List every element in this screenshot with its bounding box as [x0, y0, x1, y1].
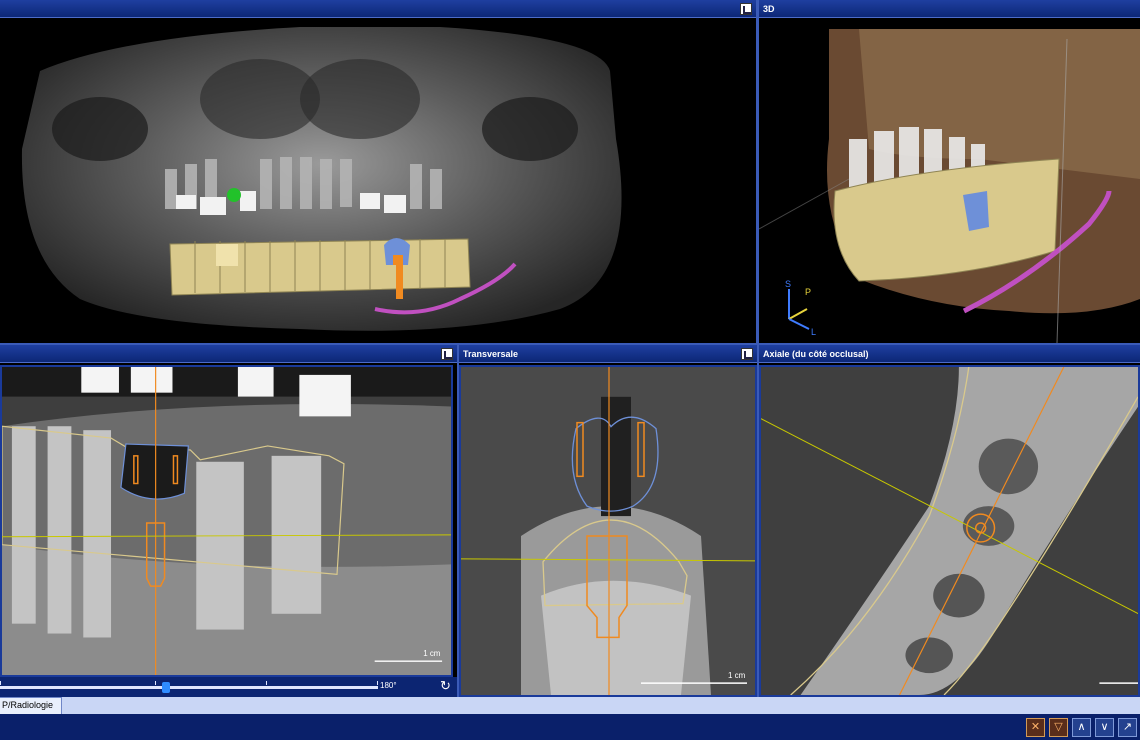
- vertical-divider-top[interactable]: [756, 0, 759, 343]
- measure-tool-icon: ↗: [1122, 721, 1133, 733]
- orientation-s: S: [785, 279, 791, 289]
- sagittal-view[interactable]: 1 cm: [0, 365, 453, 677]
- slider-tick: [155, 681, 156, 685]
- transversal-view[interactable]: 1 cm: [459, 365, 757, 697]
- maximize-sagittal-button[interactable]: [441, 348, 453, 360]
- axial-title: Axiale (du côté occlusal): [763, 348, 869, 359]
- transversal-panel: Transversale 1 cm: [459, 345, 757, 697]
- rotation-slider-track[interactable]: [0, 686, 378, 689]
- sagittal-panel: 1 cm: [0, 345, 457, 677]
- transversal-title: Transversale: [463, 348, 519, 359]
- rotate-icon[interactable]: ↻: [440, 679, 454, 693]
- transversal-titlebar: Transversale: [459, 345, 757, 363]
- axial-view[interactable]: [759, 365, 1140, 697]
- orientation-l: L: [811, 327, 816, 337]
- nerve-tool-icon: ∧: [1077, 721, 1086, 733]
- implant-tool-button[interactable]: ▽: [1049, 718, 1068, 737]
- implant-tool-icon: ▽: [1054, 721, 1063, 733]
- 3d-title: 3D: [763, 3, 775, 14]
- angle-tool-button[interactable]: ∨: [1095, 718, 1114, 737]
- slider-tick: [0, 681, 1, 685]
- crosshair-tool-button[interactable]: ✕: [1026, 718, 1045, 737]
- vertical-divider-bottom-right[interactable]: [757, 345, 759, 697]
- crosshair-tool-icon: ✕: [1030, 721, 1041, 733]
- 3d-panel: 3D S P L: [759, 0, 1140, 343]
- vertical-divider-bottom-left[interactable]: [457, 345, 459, 697]
- maximize-panoramic-button[interactable]: [740, 3, 752, 15]
- panoramic-titlebar: [0, 0, 756, 18]
- panoramic-panel: [0, 0, 756, 343]
- panoramic-view[interactable]: [0, 19, 756, 343]
- nerve-tool-button[interactable]: ∧: [1072, 718, 1091, 737]
- rotation-slider-label: 180°: [380, 681, 397, 690]
- horizontal-divider[interactable]: [0, 343, 1140, 345]
- rotation-slider-thumb[interactable]: [162, 682, 170, 693]
- tab-label: P/Radiologie: [2, 700, 54, 710]
- slider-tick: [377, 681, 378, 685]
- measure-tool-button[interactable]: ↗: [1118, 718, 1137, 737]
- angle-tool-icon: ∨: [1100, 721, 1109, 733]
- 3d-titlebar: 3D: [759, 0, 1140, 18]
- rotation-slider-row: 180° ↻: [0, 677, 457, 697]
- axial-panel: Axiale (du côté occlusal): [759, 345, 1140, 697]
- maximize-transversal-button[interactable]: [741, 348, 753, 360]
- sagittal-scale-label: 1 cm: [423, 649, 441, 658]
- sagittal-titlebar: [0, 345, 457, 363]
- orientation-p: P: [805, 287, 811, 297]
- bottom-toolbar: ✕ ▽ ∧ ∨ ↗: [0, 714, 1140, 740]
- tab-radiologie[interactable]: P/Radiologie: [0, 697, 63, 714]
- slider-tick: [266, 681, 267, 685]
- axial-titlebar: Axiale (du côté occlusal): [759, 345, 1140, 363]
- tab-row: P/Radiologie: [0, 697, 1140, 714]
- transversal-scale-label: 1 cm: [728, 671, 746, 680]
- 3d-view[interactable]: S P L: [759, 19, 1140, 343]
